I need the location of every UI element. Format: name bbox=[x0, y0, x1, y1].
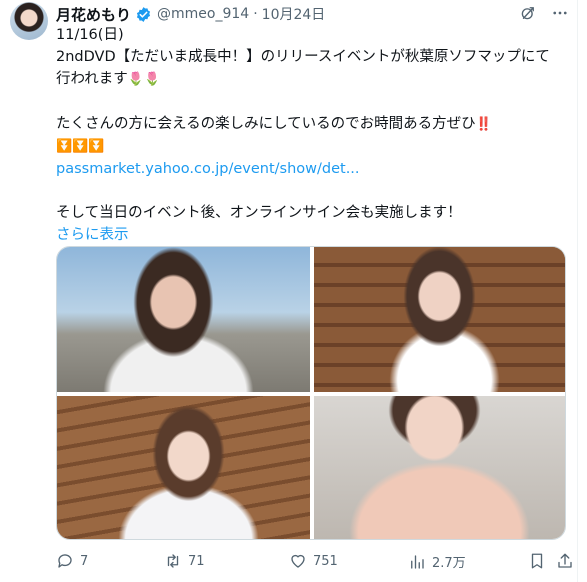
like-count: 751 bbox=[313, 553, 338, 569]
views-icon bbox=[411, 554, 424, 569]
repost-icon bbox=[167, 554, 179, 568]
tulip-emoji: 🌷🌷 bbox=[127, 72, 161, 87]
verified-icon bbox=[136, 6, 151, 22]
more-icon[interactable] bbox=[551, 4, 569, 22]
photo-1[interactable] bbox=[57, 247, 310, 392]
tweet-line: 2ndDVD【ただいま成長中！】のリリースイベントが秋葉原ソフマップにて bbox=[56, 49, 550, 65]
views-button[interactable]: 2.7万 bbox=[408, 552, 466, 571]
views-count: 2.7万 bbox=[432, 556, 466, 571]
tweet-line: 行われます🌷🌷 bbox=[56, 68, 568, 91]
photo-3[interactable] bbox=[57, 396, 310, 539]
show-more-link[interactable]: さらに表示 bbox=[56, 224, 568, 246]
repost-count: 71 bbox=[188, 553, 205, 569]
exclamation-emoji: ‼️ bbox=[475, 117, 492, 132]
bookmark-icon bbox=[531, 553, 543, 569]
tweet-text: 11/16(日) 2ndDVD【ただいま成長中！】のリリースイベントが秋葉原ソフ… bbox=[56, 24, 568, 246]
header-actions bbox=[519, 4, 569, 22]
action-bar: 7 71 751 2.7万 bbox=[56, 552, 572, 572]
share-icon bbox=[558, 553, 572, 568]
share-button[interactable] bbox=[556, 552, 574, 570]
avatar[interactable] bbox=[10, 2, 48, 40]
reply-icon bbox=[58, 554, 72, 568]
tweet-line-text: たくさんの方に会えるの楽しみにしているのでお時間ある方ぜひ bbox=[56, 116, 476, 132]
tweet-line: そして当日のイベント後、オンラインサイン会も実施します！ bbox=[56, 205, 462, 221]
display-name[interactable]: 月花めもり bbox=[56, 4, 131, 25]
bookmark-button[interactable] bbox=[528, 552, 546, 570]
tweet-header: 月花めもり @mmeo_914 · 10月24日 bbox=[56, 4, 325, 24]
reply-button[interactable]: 7 bbox=[56, 552, 88, 570]
like-icon bbox=[291, 554, 305, 568]
grok-icon[interactable] bbox=[519, 4, 537, 22]
media-grid bbox=[56, 246, 566, 540]
tweet-line: 11/16(日) bbox=[56, 27, 124, 43]
separator: · bbox=[253, 6, 258, 22]
tweet-line-text: 行われます bbox=[56, 71, 128, 87]
tweet-line: たくさんの方に会えるの楽しみにしているのでお時間ある方ぜひ‼️ bbox=[56, 113, 568, 136]
post-date[interactable]: 10月24日 bbox=[262, 4, 326, 24]
photo-4[interactable] bbox=[314, 396, 565, 539]
photo-2[interactable] bbox=[314, 247, 565, 392]
event-link[interactable]: passmarket.yahoo.co.jp/event/show/det... bbox=[56, 158, 568, 180]
reply-count: 7 bbox=[80, 553, 89, 569]
timeline-border bbox=[577, 0, 578, 582]
handle[interactable]: @mmeo_914 bbox=[157, 6, 249, 22]
repost-button[interactable]: 71 bbox=[164, 552, 205, 570]
arrow-emojis: ⏬⏬⏬ bbox=[56, 139, 105, 154]
like-button[interactable]: 751 bbox=[289, 552, 338, 570]
